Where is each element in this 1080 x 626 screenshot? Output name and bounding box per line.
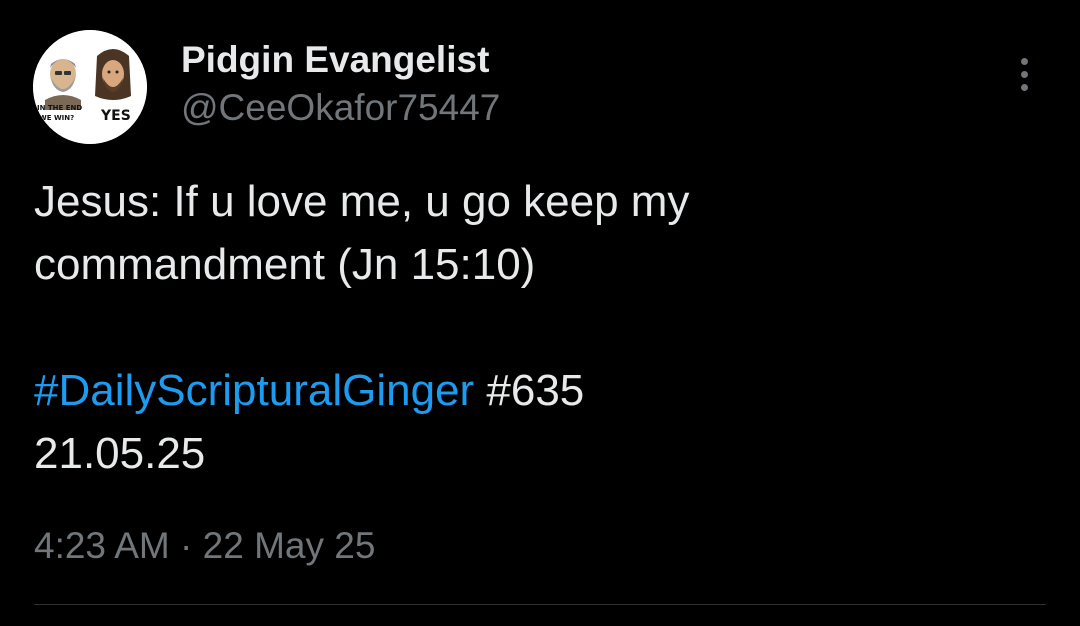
- avatar-image: IN THE END WE WIN? YES: [33, 30, 147, 144]
- tweet-timestamp[interactable]: 4:23 AM · 22 May 25: [34, 522, 375, 570]
- more-vertical-icon: [1020, 57, 1028, 65]
- tweet-body: Jesus: If u love me, u go keep my comman…: [34, 170, 1034, 485]
- divider: [34, 604, 1046, 605]
- avatar-caption-left-1: IN THE END: [37, 104, 82, 112]
- more-vertical-icon-dot: [1020, 70, 1028, 78]
- more-options-button[interactable]: [1004, 52, 1044, 96]
- hashtag-line: #DailyScripturalGinger #635: [34, 359, 1034, 422]
- avatar-caption-left-2: WE WIN?: [39, 114, 74, 122]
- avatar-caption-right: YES: [100, 108, 131, 124]
- tweet-date-line: 21.05.25: [34, 429, 206, 478]
- more-vertical-icon-dot: [1020, 83, 1028, 91]
- author-display-name[interactable]: Pidgin Evangelist: [181, 38, 489, 82]
- hashtag-link[interactable]: #DailyScripturalGinger: [34, 366, 474, 415]
- jesus-figure: [95, 49, 131, 100]
- hashtag-suffix: #635: [474, 366, 585, 415]
- tweet-text-line: Jesus: If u love me, u go keep my: [34, 177, 690, 226]
- tweet: IN THE END WE WIN? YES Pidgin Evangelist…: [0, 0, 1080, 626]
- tweet-text-line: commandment (Jn 15:10): [34, 240, 536, 289]
- author-handle[interactable]: @CeeOkafor75447: [181, 86, 500, 130]
- avatar[interactable]: IN THE END WE WIN? YES: [33, 30, 147, 144]
